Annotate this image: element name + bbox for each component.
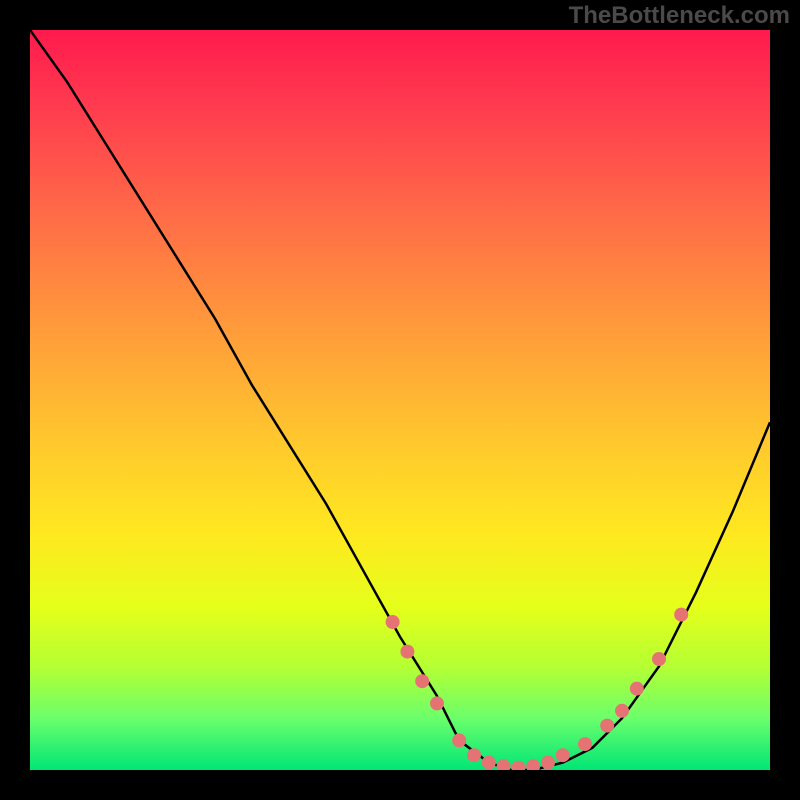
data-marker xyxy=(578,737,592,751)
data-marker xyxy=(497,759,511,770)
data-marker xyxy=(674,608,688,622)
data-marker xyxy=(600,719,614,733)
data-marker xyxy=(482,756,496,770)
data-marker xyxy=(467,748,481,762)
attribution-label: TheBottleneck.com xyxy=(569,2,790,30)
chart-overlay xyxy=(30,30,770,770)
data-marker xyxy=(400,645,414,659)
data-marker xyxy=(430,696,444,710)
data-marker xyxy=(556,748,570,762)
data-marker xyxy=(652,652,666,666)
data-marker xyxy=(630,682,644,696)
data-marker xyxy=(415,674,429,688)
data-marker xyxy=(526,759,540,770)
data-marker xyxy=(511,761,525,770)
data-marker xyxy=(541,756,555,770)
data-marker xyxy=(615,704,629,718)
marker-group xyxy=(386,608,689,770)
data-marker xyxy=(386,615,400,629)
data-marker xyxy=(452,733,466,747)
